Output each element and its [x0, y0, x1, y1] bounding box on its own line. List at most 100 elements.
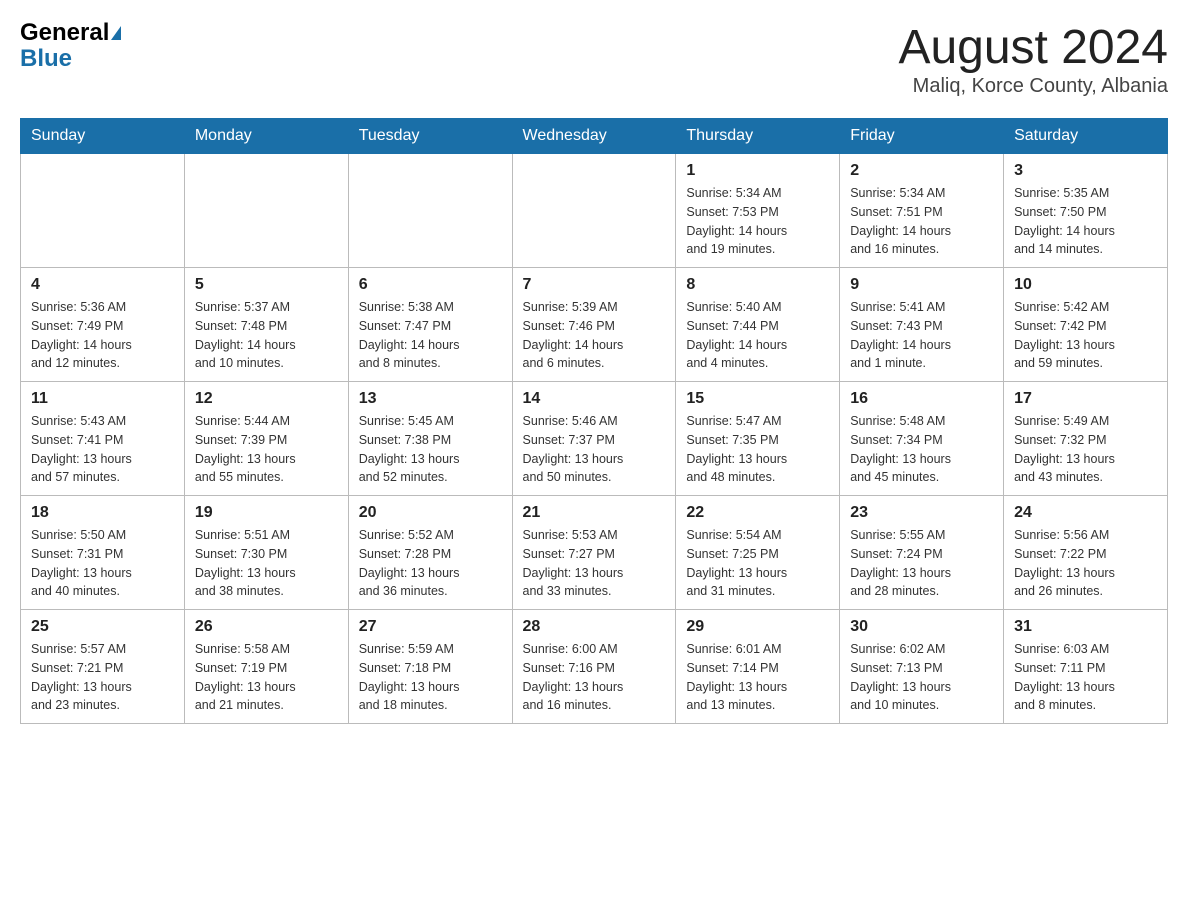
day-info: Sunrise: 5:48 AM Sunset: 7:34 PM Dayligh…	[850, 412, 993, 487]
col-header-friday: Friday	[840, 119, 1004, 154]
day-info: Sunrise: 5:34 AM Sunset: 7:51 PM Dayligh…	[850, 184, 993, 259]
calendar-week-row: 11 Sunrise: 5:43 AM Sunset: 7:41 PM Dayli…	[21, 382, 1168, 496]
calendar-cell: 13 Sunrise: 5:45 AM Sunset: 7:38 PM Dayli…	[348, 382, 512, 496]
day-number: 30	[850, 618, 993, 636]
day-number: 28	[523, 618, 666, 636]
calendar-cell: 23 Sunrise: 5:55 AM Sunset: 7:24 PM Dayli…	[840, 496, 1004, 610]
calendar-cell: 5Sunrise: 5:37 AM Sunset: 7:48 PM Daylig…	[184, 268, 348, 382]
day-number: 27	[359, 618, 502, 636]
day-number: 16	[850, 390, 993, 408]
calendar-cell: 8 Sunrise: 5:40 AM Sunset: 7:44 PM Daylig…	[676, 268, 840, 382]
day-number: 26	[195, 618, 338, 636]
day-info: Sunrise: 6:02 AM Sunset: 7:13 PM Dayligh…	[850, 640, 993, 715]
calendar-cell: 31Sunrise: 6:03 AM Sunset: 7:11 PM Dayli…	[1004, 610, 1168, 724]
calendar-cell: 27 Sunrise: 5:59 AM Sunset: 7:18 PM Dayli…	[348, 610, 512, 724]
calendar-cell: 30 Sunrise: 6:02 AM Sunset: 7:13 PM Dayli…	[840, 610, 1004, 724]
logo-general: General	[20, 20, 109, 46]
day-number: 13	[359, 390, 502, 408]
title-block: August 2024 Maliq, Korce County, Albania	[898, 20, 1168, 98]
day-number: 3	[1014, 162, 1157, 180]
calendar-week-row: 1Sunrise: 5:34 AM Sunset: 7:53 PM Daylig…	[21, 154, 1168, 268]
page-header: General Blue August 2024 Maliq, Korce Co…	[20, 20, 1168, 98]
calendar-cell: 29Sunrise: 6:01 AM Sunset: 7:14 PM Dayli…	[676, 610, 840, 724]
day-number: 25	[31, 618, 174, 636]
day-number: 15	[686, 390, 829, 408]
day-info: Sunrise: 5:38 AM Sunset: 7:47 PM Dayligh…	[359, 298, 502, 373]
day-number: 24	[1014, 504, 1157, 522]
col-header-thursday: Thursday	[676, 119, 840, 154]
day-info: Sunrise: 5:52 AM Sunset: 7:28 PM Dayligh…	[359, 526, 502, 601]
month-title: August 2024	[898, 20, 1168, 75]
day-info: Sunrise: 5:50 AM Sunset: 7:31 PM Dayligh…	[31, 526, 174, 601]
day-number: 11	[31, 390, 174, 408]
logo-blue: Blue	[20, 45, 72, 72]
day-info: Sunrise: 5:51 AM Sunset: 7:30 PM Dayligh…	[195, 526, 338, 601]
calendar-cell: 16 Sunrise: 5:48 AM Sunset: 7:34 PM Dayli…	[840, 382, 1004, 496]
calendar-cell: 19 Sunrise: 5:51 AM Sunset: 7:30 PM Dayli…	[184, 496, 348, 610]
calendar-cell: 20 Sunrise: 5:52 AM Sunset: 7:28 PM Dayli…	[348, 496, 512, 610]
day-info: Sunrise: 6:00 AM Sunset: 7:16 PM Dayligh…	[523, 640, 666, 715]
calendar-cell: 26 Sunrise: 5:58 AM Sunset: 7:19 PM Dayli…	[184, 610, 348, 724]
day-number: 12	[195, 390, 338, 408]
calendar-cell: 25 Sunrise: 5:57 AM Sunset: 7:21 PM Dayli…	[21, 610, 185, 724]
calendar-week-row: 4Sunrise: 5:36 AM Sunset: 7:49 PM Daylig…	[21, 268, 1168, 382]
calendar-header-row: SundayMondayTuesdayWednesdayThursdayFrid…	[21, 119, 1168, 154]
day-info: Sunrise: 6:03 AM Sunset: 7:11 PM Dayligh…	[1014, 640, 1157, 715]
day-info: Sunrise: 5:41 AM Sunset: 7:43 PM Dayligh…	[850, 298, 993, 373]
day-number: 2	[850, 162, 993, 180]
calendar-cell: 17Sunrise: 5:49 AM Sunset: 7:32 PM Dayli…	[1004, 382, 1168, 496]
calendar-cell: 7 Sunrise: 5:39 AM Sunset: 7:46 PM Daylig…	[512, 268, 676, 382]
day-info: Sunrise: 5:44 AM Sunset: 7:39 PM Dayligh…	[195, 412, 338, 487]
calendar-cell: 11 Sunrise: 5:43 AM Sunset: 7:41 PM Dayli…	[21, 382, 185, 496]
col-header-saturday: Saturday	[1004, 119, 1168, 154]
day-info: Sunrise: 5:42 AM Sunset: 7:42 PM Dayligh…	[1014, 298, 1157, 373]
calendar-cell: 2 Sunrise: 5:34 AM Sunset: 7:51 PM Daylig…	[840, 154, 1004, 268]
day-number: 7	[523, 276, 666, 294]
calendar-cell: 28 Sunrise: 6:00 AM Sunset: 7:16 PM Dayli…	[512, 610, 676, 724]
col-header-tuesday: Tuesday	[348, 119, 512, 154]
day-info: Sunrise: 5:54 AM Sunset: 7:25 PM Dayligh…	[686, 526, 829, 601]
day-info: Sunrise: 5:55 AM Sunset: 7:24 PM Dayligh…	[850, 526, 993, 601]
day-info: Sunrise: 5:49 AM Sunset: 7:32 PM Dayligh…	[1014, 412, 1157, 487]
calendar-cell: 3Sunrise: 5:35 AM Sunset: 7:50 PM Daylig…	[1004, 154, 1168, 268]
calendar-cell: 18 Sunrise: 5:50 AM Sunset: 7:31 PM Dayli…	[21, 496, 185, 610]
calendar-cell: 15 Sunrise: 5:47 AM Sunset: 7:35 PM Dayli…	[676, 382, 840, 496]
day-info: Sunrise: 5:56 AM Sunset: 7:22 PM Dayligh…	[1014, 526, 1157, 601]
day-number: 23	[850, 504, 993, 522]
col-header-monday: Monday	[184, 119, 348, 154]
day-info: Sunrise: 6:01 AM Sunset: 7:14 PM Dayligh…	[686, 640, 829, 715]
day-info: Sunrise: 5:46 AM Sunset: 7:37 PM Dayligh…	[523, 412, 666, 487]
calendar-cell: 22 Sunrise: 5:54 AM Sunset: 7:25 PM Dayli…	[676, 496, 840, 610]
day-number: 8	[686, 276, 829, 294]
calendar-cell	[184, 154, 348, 268]
col-header-sunday: Sunday	[21, 119, 185, 154]
calendar-cell: 21 Sunrise: 5:53 AM Sunset: 7:27 PM Dayli…	[512, 496, 676, 610]
day-info: Sunrise: 5:39 AM Sunset: 7:46 PM Dayligh…	[523, 298, 666, 373]
day-info: Sunrise: 5:34 AM Sunset: 7:53 PM Dayligh…	[686, 184, 829, 259]
day-info: Sunrise: 5:45 AM Sunset: 7:38 PM Dayligh…	[359, 412, 502, 487]
day-info: Sunrise: 5:40 AM Sunset: 7:44 PM Dayligh…	[686, 298, 829, 373]
day-number: 18	[31, 504, 174, 522]
day-number: 19	[195, 504, 338, 522]
calendar-cell: 12 Sunrise: 5:44 AM Sunset: 7:39 PM Dayli…	[184, 382, 348, 496]
calendar-cell: 1Sunrise: 5:34 AM Sunset: 7:53 PM Daylig…	[676, 154, 840, 268]
day-info: Sunrise: 5:36 AM Sunset: 7:49 PM Dayligh…	[31, 298, 174, 373]
day-info: Sunrise: 5:47 AM Sunset: 7:35 PM Dayligh…	[686, 412, 829, 487]
day-info: Sunrise: 5:37 AM Sunset: 7:48 PM Dayligh…	[195, 298, 338, 373]
day-number: 21	[523, 504, 666, 522]
calendar-cell: 6Sunrise: 5:38 AM Sunset: 7:47 PM Daylig…	[348, 268, 512, 382]
calendar-cell: 9Sunrise: 5:41 AM Sunset: 7:43 PM Daylig…	[840, 268, 1004, 382]
day-info: Sunrise: 5:57 AM Sunset: 7:21 PM Dayligh…	[31, 640, 174, 715]
day-info: Sunrise: 5:53 AM Sunset: 7:27 PM Dayligh…	[523, 526, 666, 601]
day-info: Sunrise: 5:43 AM Sunset: 7:41 PM Dayligh…	[31, 412, 174, 487]
day-number: 20	[359, 504, 502, 522]
logo: General Blue	[20, 20, 121, 73]
day-info: Sunrise: 5:59 AM Sunset: 7:18 PM Dayligh…	[359, 640, 502, 715]
calendar-cell: 24 Sunrise: 5:56 AM Sunset: 7:22 PM Dayli…	[1004, 496, 1168, 610]
day-number: 22	[686, 504, 829, 522]
logo-triangle-icon	[111, 26, 121, 40]
location-title: Maliq, Korce County, Albania	[898, 75, 1168, 98]
day-info: Sunrise: 5:58 AM Sunset: 7:19 PM Dayligh…	[195, 640, 338, 715]
calendar-cell	[512, 154, 676, 268]
col-header-wednesday: Wednesday	[512, 119, 676, 154]
